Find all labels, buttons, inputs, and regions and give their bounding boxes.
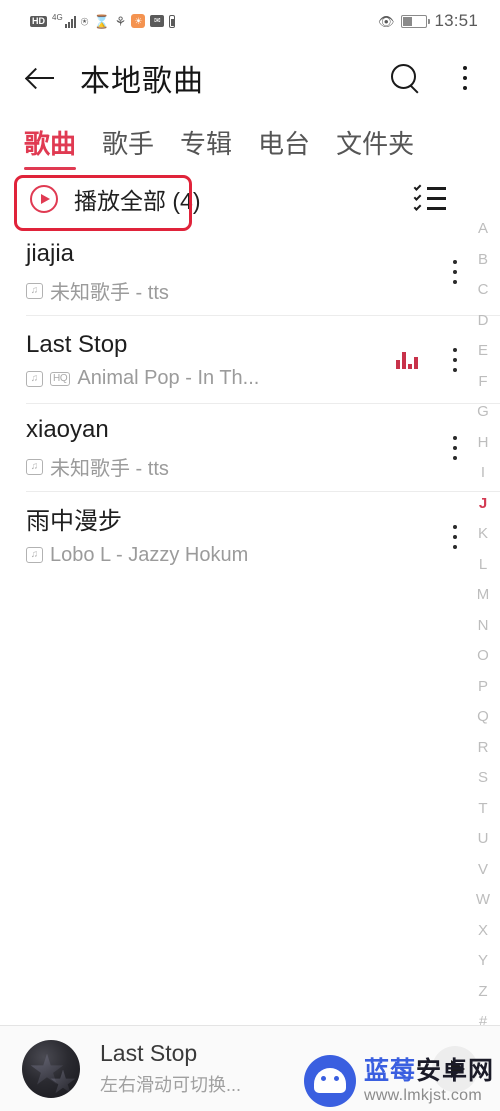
song-subtitle: 未知歌手 - tts <box>50 458 169 480</box>
app-bar: 本地歌曲 <box>0 42 500 114</box>
local-file-icon: ♫ <box>26 458 43 475</box>
song-title: jiajia <box>26 240 75 267</box>
hd-icon: HD <box>30 15 47 27</box>
battery-icon <box>401 14 431 28</box>
album-art-thumbnail[interactable] <box>22 1039 80 1098</box>
song-list: jiajia ♫ 未知歌手 - tts Last Stop ♫ HQ Anima… <box>0 228 500 580</box>
wifi-icon: ⍟ <box>80 13 89 29</box>
tab-bar: 歌曲 歌手 专辑 电台 文件夹 <box>0 114 500 170</box>
site-watermark: 蓝莓安卓网 www.lmkjst.com <box>303 1055 494 1107</box>
alpha-index-letter[interactable]: O <box>466 641 500 672</box>
alpha-index-letter[interactable]: L <box>466 550 500 581</box>
alpha-index-letter[interactable]: Q <box>466 702 500 733</box>
tab-folders[interactable]: 文件夹 <box>336 124 414 170</box>
checklist-icon[interactable] <box>413 183 446 212</box>
tab-radio[interactable]: 电台 <box>258 124 310 170</box>
song-subtitle-line: ♫ 未知歌手 - tts <box>26 452 444 481</box>
hq-badge: HQ <box>50 371 71 386</box>
alpha-index-letter[interactable]: I <box>466 458 500 489</box>
status-bar-right: 👁 13:51 <box>378 11 478 31</box>
alpha-index-letter[interactable]: D <box>466 306 500 337</box>
now-playing-equalizer-icon <box>396 351 426 369</box>
alarm-icon: ⚘ <box>114 13 127 29</box>
eye-comfort-icon: 👁 <box>377 13 395 29</box>
alpha-index-letter[interactable]: K <box>466 519 500 550</box>
alpha-index-letter[interactable]: M <box>466 580 500 611</box>
status-bar: HD 4G ⍟ ⌛ ⚘ ☀ ✉ 👁 13:51 <box>0 0 500 42</box>
row-menu-icon[interactable] <box>444 346 466 374</box>
play-all-bar[interactable]: 播放全部 (4) <box>0 170 500 228</box>
table-row[interactable]: jiajia ♫ 未知歌手 - tts <box>26 228 500 316</box>
kebab-menu-icon[interactable] <box>454 63 476 93</box>
song-info: 雨中漫步 ♫ Lobo L - Jazzy Hokum <box>26 507 444 567</box>
row-menu-icon[interactable] <box>444 258 466 286</box>
row-menu-icon[interactable] <box>444 523 466 551</box>
song-title: xiaoyan <box>26 416 109 443</box>
alpha-index-letter[interactable]: Z <box>466 977 500 1008</box>
watermark-brand: 蓝莓安卓网 <box>363 1056 494 1085</box>
alpha-index-letter[interactable]: H <box>466 428 500 459</box>
battery-small-icon <box>169 14 176 28</box>
alpha-index-letter[interactable]: R <box>466 733 500 764</box>
alpha-index-letter[interactable]: B <box>466 245 500 276</box>
song-title: Last Stop <box>26 331 128 358</box>
search-icon[interactable] <box>388 61 422 95</box>
song-subtitle-line: ♫ 未知歌手 - tts <box>26 276 444 305</box>
orange-app-icon: ☀ <box>131 14 146 28</box>
watermark-brand-dark: 安卓网 <box>415 1056 494 1085</box>
alpha-index-letter[interactable]: X <box>466 916 500 947</box>
song-title: 雨中漫步 <box>26 507 122 535</box>
mail-icon: ✉ <box>150 15 165 27</box>
alpha-index-letter[interactable]: T <box>466 794 500 825</box>
watermark-brand-blue: 蓝莓 <box>363 1056 416 1085</box>
song-info: xiaoyan ♫ 未知歌手 - tts <box>26 415 444 481</box>
signal-bars-icon <box>64 15 76 28</box>
play-all-label: 播放全部 (4) <box>74 188 201 214</box>
song-subtitle-line: ♫ HQ Animal Pop - In Th... <box>26 367 396 390</box>
row-menu-icon[interactable] <box>444 434 466 462</box>
tab-albums[interactable]: 专辑 <box>180 124 232 170</box>
alpha-index-letter[interactable]: A <box>466 214 500 245</box>
alpha-index-letter[interactable]: V <box>466 855 500 886</box>
alpha-index-letter[interactable]: F <box>466 367 500 398</box>
table-row[interactable]: 雨中漫步 ♫ Lobo L - Jazzy Hokum <box>26 492 500 580</box>
local-file-icon: ♫ <box>26 282 43 299</box>
play-all-section: 播放全部 (4) <box>0 170 500 231</box>
song-info: jiajia ♫ 未知歌手 - tts <box>26 239 444 305</box>
alphabet-index-scrollbar[interactable]: A B C D E F G H I J K L M N O P Q R S T … <box>466 214 500 1038</box>
tab-artists[interactable]: 歌手 <box>102 124 154 170</box>
alpha-index-letter[interactable]: U <box>466 824 500 855</box>
watermark-url: www.lmkjst.com <box>363 1086 482 1104</box>
back-arrow-icon[interactable] <box>24 61 58 95</box>
local-file-icon: ♫ <box>26 370 43 387</box>
alpha-index-letter[interactable]: C <box>466 275 500 306</box>
alpha-index-letter[interactable]: G <box>466 397 500 428</box>
status-bar-clock: 13:51 <box>434 11 478 30</box>
tab-songs[interactable]: 歌曲 <box>24 124 77 170</box>
4g-icon: 4G <box>52 12 63 22</box>
status-bar-left: HD 4G ⍟ ⌛ ⚘ ☀ ✉ <box>30 12 176 29</box>
alpha-index-letter[interactable]: E <box>466 336 500 367</box>
alpha-index-letter-selected[interactable]: J <box>466 489 500 520</box>
page-title: 本地歌曲 <box>80 65 204 98</box>
watermark-text: 蓝莓安卓网 www.lmkjst.com <box>363 1056 494 1104</box>
alpha-index-letter[interactable]: P <box>466 672 500 703</box>
song-info: Last Stop ♫ HQ Animal Pop - In Th... <box>26 330 396 390</box>
table-row[interactable]: xiaoyan ♫ 未知歌手 - tts <box>26 404 500 492</box>
alpha-index-letter[interactable]: Y <box>466 946 500 977</box>
song-subtitle: 未知歌手 - tts <box>50 282 169 304</box>
alpha-index-letter[interactable]: N <box>466 611 500 642</box>
alpha-index-letter[interactable]: S <box>466 763 500 794</box>
table-row[interactable]: Last Stop ♫ HQ Animal Pop - In Th... <box>26 316 500 404</box>
song-subtitle-line: ♫ Lobo L - Jazzy Hokum <box>26 544 444 567</box>
play-circle-icon[interactable] <box>30 185 58 213</box>
song-subtitle: Animal Pop - In Th... <box>77 367 260 389</box>
alpha-index-letter[interactable]: W <box>466 885 500 916</box>
android-robot-logo-icon <box>303 1055 356 1107</box>
local-file-icon: ♫ <box>26 547 43 563</box>
hourglass-icon: ⌛ <box>93 13 110 29</box>
song-subtitle: Lobo L - Jazzy Hokum <box>50 543 249 566</box>
